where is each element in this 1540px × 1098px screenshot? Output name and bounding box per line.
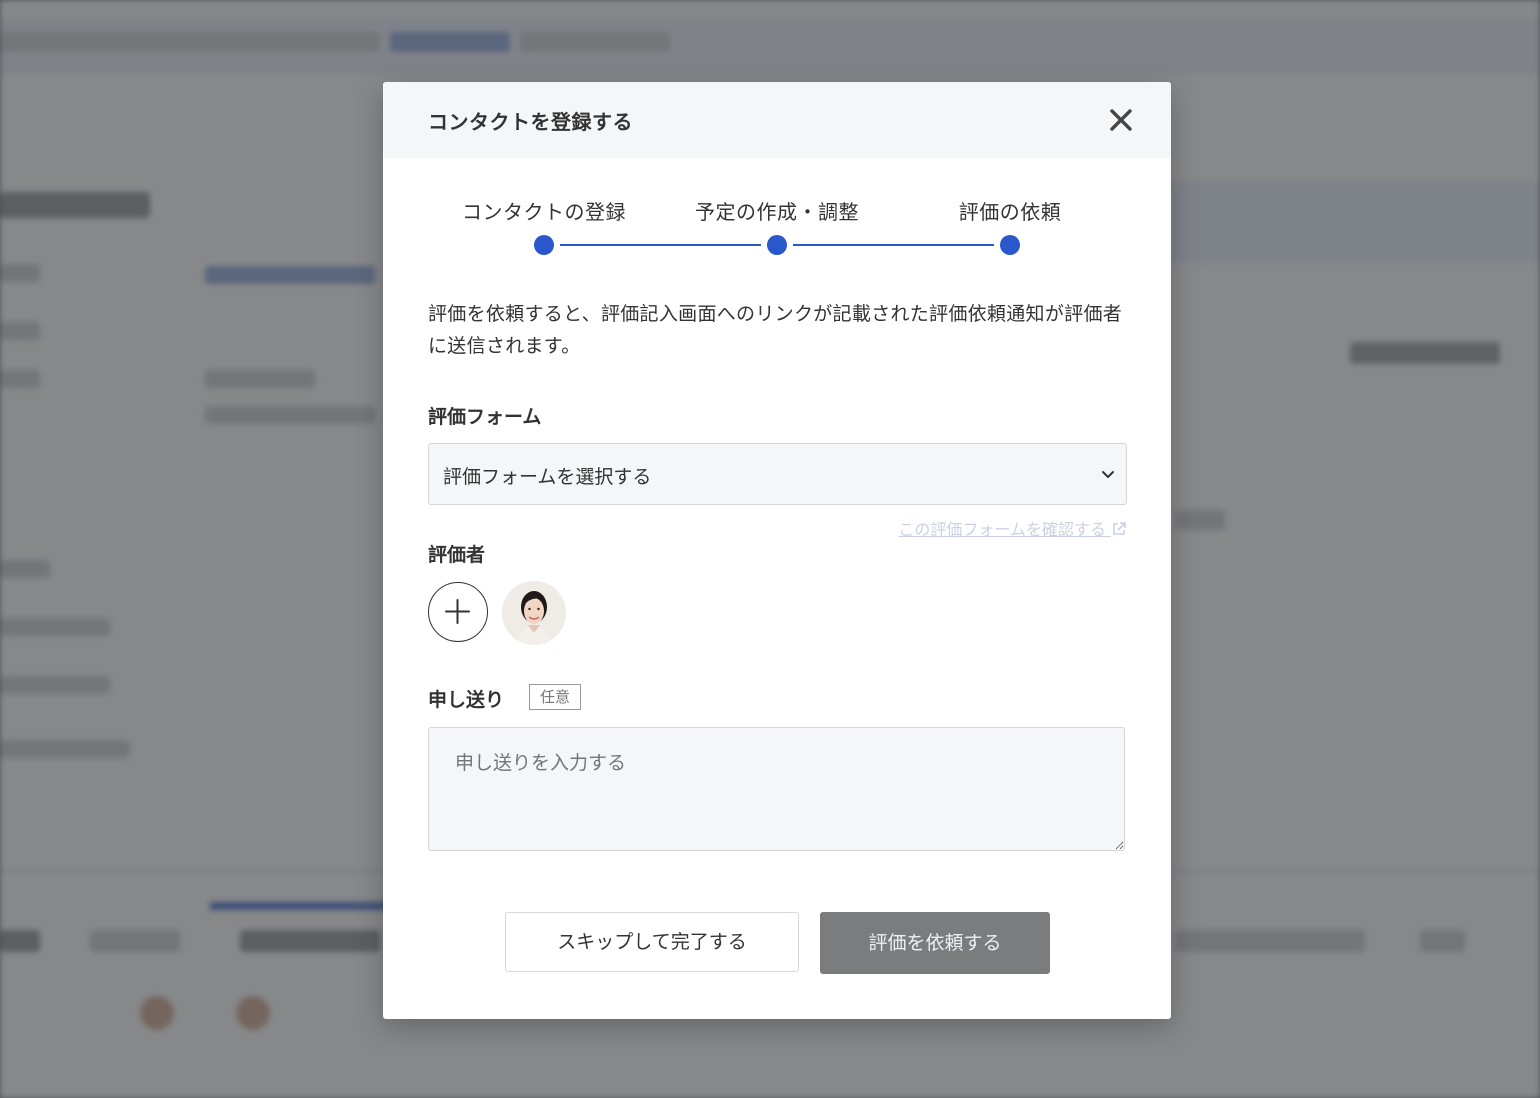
step-label-contact-registration: コンタクトの登録	[462, 200, 626, 224]
confirm-evaluation-form-link[interactable]: この評価フォームを確認する	[863, 516, 1127, 540]
evaluation-form-selected-value: 評価フォームを選択する	[443, 466, 652, 488]
register-contact-modal: コンタクトを登録する コンタクトの登録 予定の作成・調整 評価の依頼 評価を依頼…	[383, 82, 1171, 1019]
step-label-evaluation-request: 評価の依頼	[958, 200, 1062, 224]
request-description: 評価を依頼すると、評価記入画面へのリンクが記載された評価依頼通知が評価者に送信さ…	[428, 303, 1123, 357]
evaluation-form-label: 評価フォーム	[428, 406, 542, 428]
step-dot-3	[1000, 235, 1020, 255]
confirm-evaluation-form-link-text: この評価フォームを確認する	[898, 520, 1106, 539]
external-link-icon	[1113, 522, 1126, 535]
plus-icon	[445, 599, 470, 624]
evaluators-label: 評価者	[428, 544, 486, 566]
step-dot-1	[534, 235, 554, 255]
skip-and-complete-button[interactable]: スキップして完了する	[505, 912, 799, 972]
modal-header: コンタクトを登録する	[383, 82, 1171, 158]
step-label-schedule: 予定の作成・調整	[695, 200, 859, 224]
handover-textarea[interactable]	[428, 727, 1125, 851]
evaluator-avatar[interactable]	[502, 581, 566, 645]
progress-stepper: コンタクトの登録 予定の作成・調整 評価の依頼	[383, 192, 1171, 262]
step-connector	[560, 244, 761, 246]
person-photo-icon	[502, 581, 566, 645]
step-dot-2	[767, 235, 787, 255]
add-evaluator-button[interactable]	[428, 582, 488, 642]
handover-label: 申し送り	[428, 689, 505, 711]
modal-title: コンタクトを登録する	[428, 110, 633, 134]
close-icon	[1110, 109, 1132, 131]
request-evaluation-button[interactable]: 評価を依頼する	[820, 912, 1050, 974]
optional-badge: 任意	[529, 684, 581, 710]
close-button[interactable]	[1105, 104, 1137, 136]
chevron-down-icon	[1102, 471, 1114, 478]
evaluation-form-select[interactable]: 評価フォームを選択する	[428, 443, 1127, 505]
step-connector	[793, 244, 994, 246]
